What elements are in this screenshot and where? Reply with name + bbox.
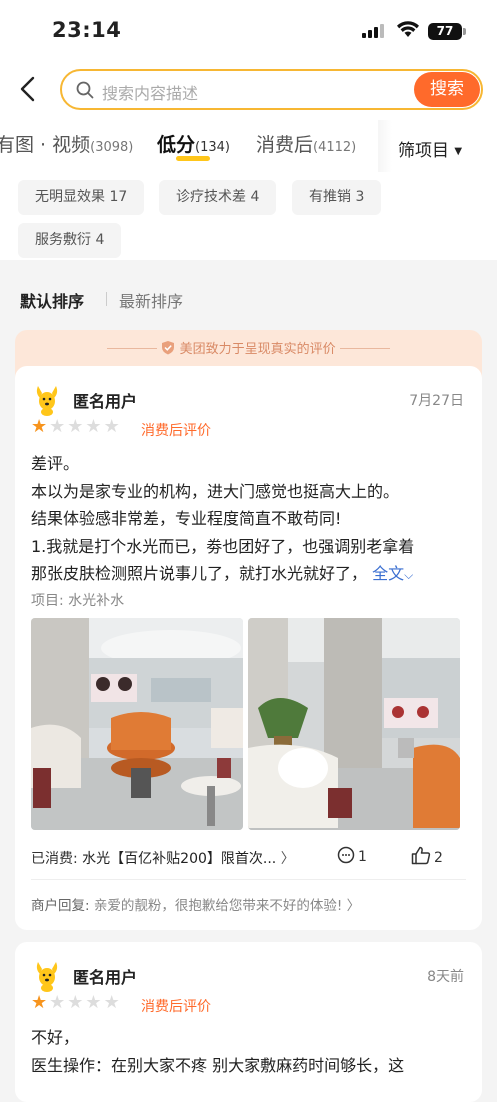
like-count: 2	[434, 849, 443, 866]
sort-divider	[106, 292, 107, 306]
reply-text: 亲爱的靓粉，很抱歉给您带来不好的体验!	[93, 898, 343, 914]
status-bar: 23:14 77	[0, 0, 497, 60]
review-text[interactable]: 不好， 医生操作：在别大家不疼 别大家敷麻药时间够长，这	[31, 1024, 466, 1079]
search-button[interactable]: 搜索	[414, 72, 480, 107]
star-icon: ★	[103, 416, 120, 437]
review-date: 8天前	[427, 969, 464, 985]
star-icon: ★	[103, 992, 120, 1013]
chip-perfunctory-service[interactable]: 服务敷衍 4	[18, 223, 122, 258]
tab-low-score[interactable]: 低分(134)	[157, 130, 230, 157]
star-icon: ★	[67, 992, 84, 1013]
review-line: 差评。	[31, 454, 80, 473]
star-icon: ★	[85, 992, 102, 1013]
review-card: 匿名用户 7月27日 ★ ★ ★ ★ ★ 消费后评价 差评。 本以为是家专业的机构，进大…	[15, 366, 482, 930]
review-project: 项目: 水光补水	[31, 593, 125, 609]
comment-icon	[337, 846, 355, 868]
chip-poor-technique[interactable]: 诊疗技术差 4	[159, 180, 277, 215]
expand-label: 全文	[372, 564, 405, 583]
tab-count: (134)	[195, 140, 230, 155]
user-name: 匿名用户	[73, 968, 138, 987]
comment-button[interactable]: 1	[337, 846, 367, 868]
review-line-last: 那张皮肤检测照片说事儿了，就打水光就好了， 全文⌵	[31, 560, 466, 590]
tab-label: 消费后	[256, 134, 314, 156]
expand-full-text-link[interactable]: 全文⌵	[372, 564, 413, 583]
star-icon: ★	[85, 416, 102, 437]
sort-latest[interactable]: 最新排序	[119, 288, 183, 312]
consumed-item: 水光【百亿补贴200】限首次...	[82, 851, 277, 867]
shield-check-icon	[161, 341, 175, 357]
tab-photo-video[interactable]: 有图 · 视频(3098)	[0, 130, 133, 157]
thumbs-up-icon	[411, 846, 431, 869]
review-date: 7月27日	[409, 393, 464, 409]
chevron-right-icon: 〉	[346, 898, 361, 914]
sort-default[interactable]: 默认排序	[20, 288, 84, 312]
review-line: 本以为是家专业的机构，进大门感觉也挺高大上的。	[31, 481, 400, 501]
search-icon	[76, 81, 94, 103]
star-icon: ★	[49, 992, 66, 1013]
review-photo[interactable]	[31, 618, 243, 830]
avatar[interactable]	[33, 384, 61, 416]
search-box[interactable]: 搜索内容描述 搜索	[60, 69, 483, 110]
filter-label: 筛项目	[398, 141, 449, 161]
review-type-tag: 消费后评价	[141, 999, 211, 1015]
dropdown-arrow-icon: ▼	[454, 146, 463, 157]
review-line: 那张皮肤检测照片说事儿了，就打水光就好了，	[31, 564, 368, 583]
status-time: 23:14	[52, 18, 122, 42]
chevron-down-icon: ⌵	[404, 568, 414, 582]
tab-count: (4112)	[313, 140, 357, 155]
like-button[interactable]: 2	[411, 846, 443, 869]
back-icon[interactable]	[18, 76, 38, 106]
review-type-tag: 消费后评价	[141, 423, 211, 439]
tab-label: 有图 · 视频	[0, 134, 91, 156]
chip-no-effect[interactable]: 无明显效果 17	[18, 180, 145, 215]
tab-underline	[176, 156, 210, 161]
tab-count: (3098)	[90, 140, 134, 155]
star-icon: ★	[31, 992, 48, 1013]
star-rating: ★ ★ ★ ★ ★	[31, 994, 120, 1012]
reply-label: 商户回复:	[31, 898, 90, 914]
filter-project-dropdown[interactable]: 筛项目 ▼	[398, 136, 462, 161]
review-line: 1.我就是打个水光而已，劵也团好了，也强调别老拿着	[31, 536, 415, 556]
review-card: 匿名用户 8天前 ★ ★ ★ ★ ★ 消费后评价 不好， 医生操作：在别大家不疼 别大家…	[15, 942, 482, 1102]
search-input[interactable]: 搜索内容描述	[102, 80, 198, 104]
tab-label: 低分	[157, 134, 196, 156]
banner-text: 美团致力于呈现真实的评价	[179, 342, 336, 357]
review-line: 不好，	[31, 1028, 80, 1047]
wifi-icon	[396, 20, 420, 42]
tab-divider	[378, 120, 392, 172]
sort-bar: 默认排序 最新排序	[0, 268, 497, 318]
star-icon: ★	[31, 416, 48, 437]
tab-after-consumption[interactable]: 消费后(4112)	[256, 130, 356, 157]
review-line: 结果体验感非常差，专业程度简直不敢苟同!	[31, 509, 342, 528]
battery-icon: 77	[428, 23, 466, 40]
signal-icon	[362, 24, 384, 38]
user-name: 匿名用户	[73, 392, 138, 411]
consumed-label: 已消费:	[31, 851, 78, 867]
star-icon: ★	[49, 416, 66, 437]
chevron-right-icon: 〉	[280, 851, 295, 867]
chip-upselling[interactable]: 有推销 3	[292, 180, 382, 215]
merchant-reply[interactable]: 商户回复: 亲爱的靓粉，很抱歉给您带来不好的体验! 〉	[31, 894, 360, 914]
divider	[31, 879, 466, 880]
star-icon: ★	[67, 416, 84, 437]
consumed-item-link[interactable]: 已消费: 水光【百亿补贴200】限首次... 〉	[31, 848, 295, 868]
header: 搜索内容描述 搜索 有图 · 视频(3098) 低分(134) 消费后(4112…	[0, 60, 497, 260]
review-photo[interactable]	[248, 618, 460, 830]
comment-count: 1	[358, 849, 367, 865]
star-rating: ★ ★ ★ ★ ★	[31, 418, 120, 436]
avatar[interactable]	[33, 960, 61, 992]
review-text[interactable]: 差评。 本以为是家专业的机构，进大门感觉也挺高大上的。 结果体验感非常差，专业程…	[31, 450, 466, 590]
banner-text-row: 美团致力于呈现真实的评价	[15, 338, 482, 357]
